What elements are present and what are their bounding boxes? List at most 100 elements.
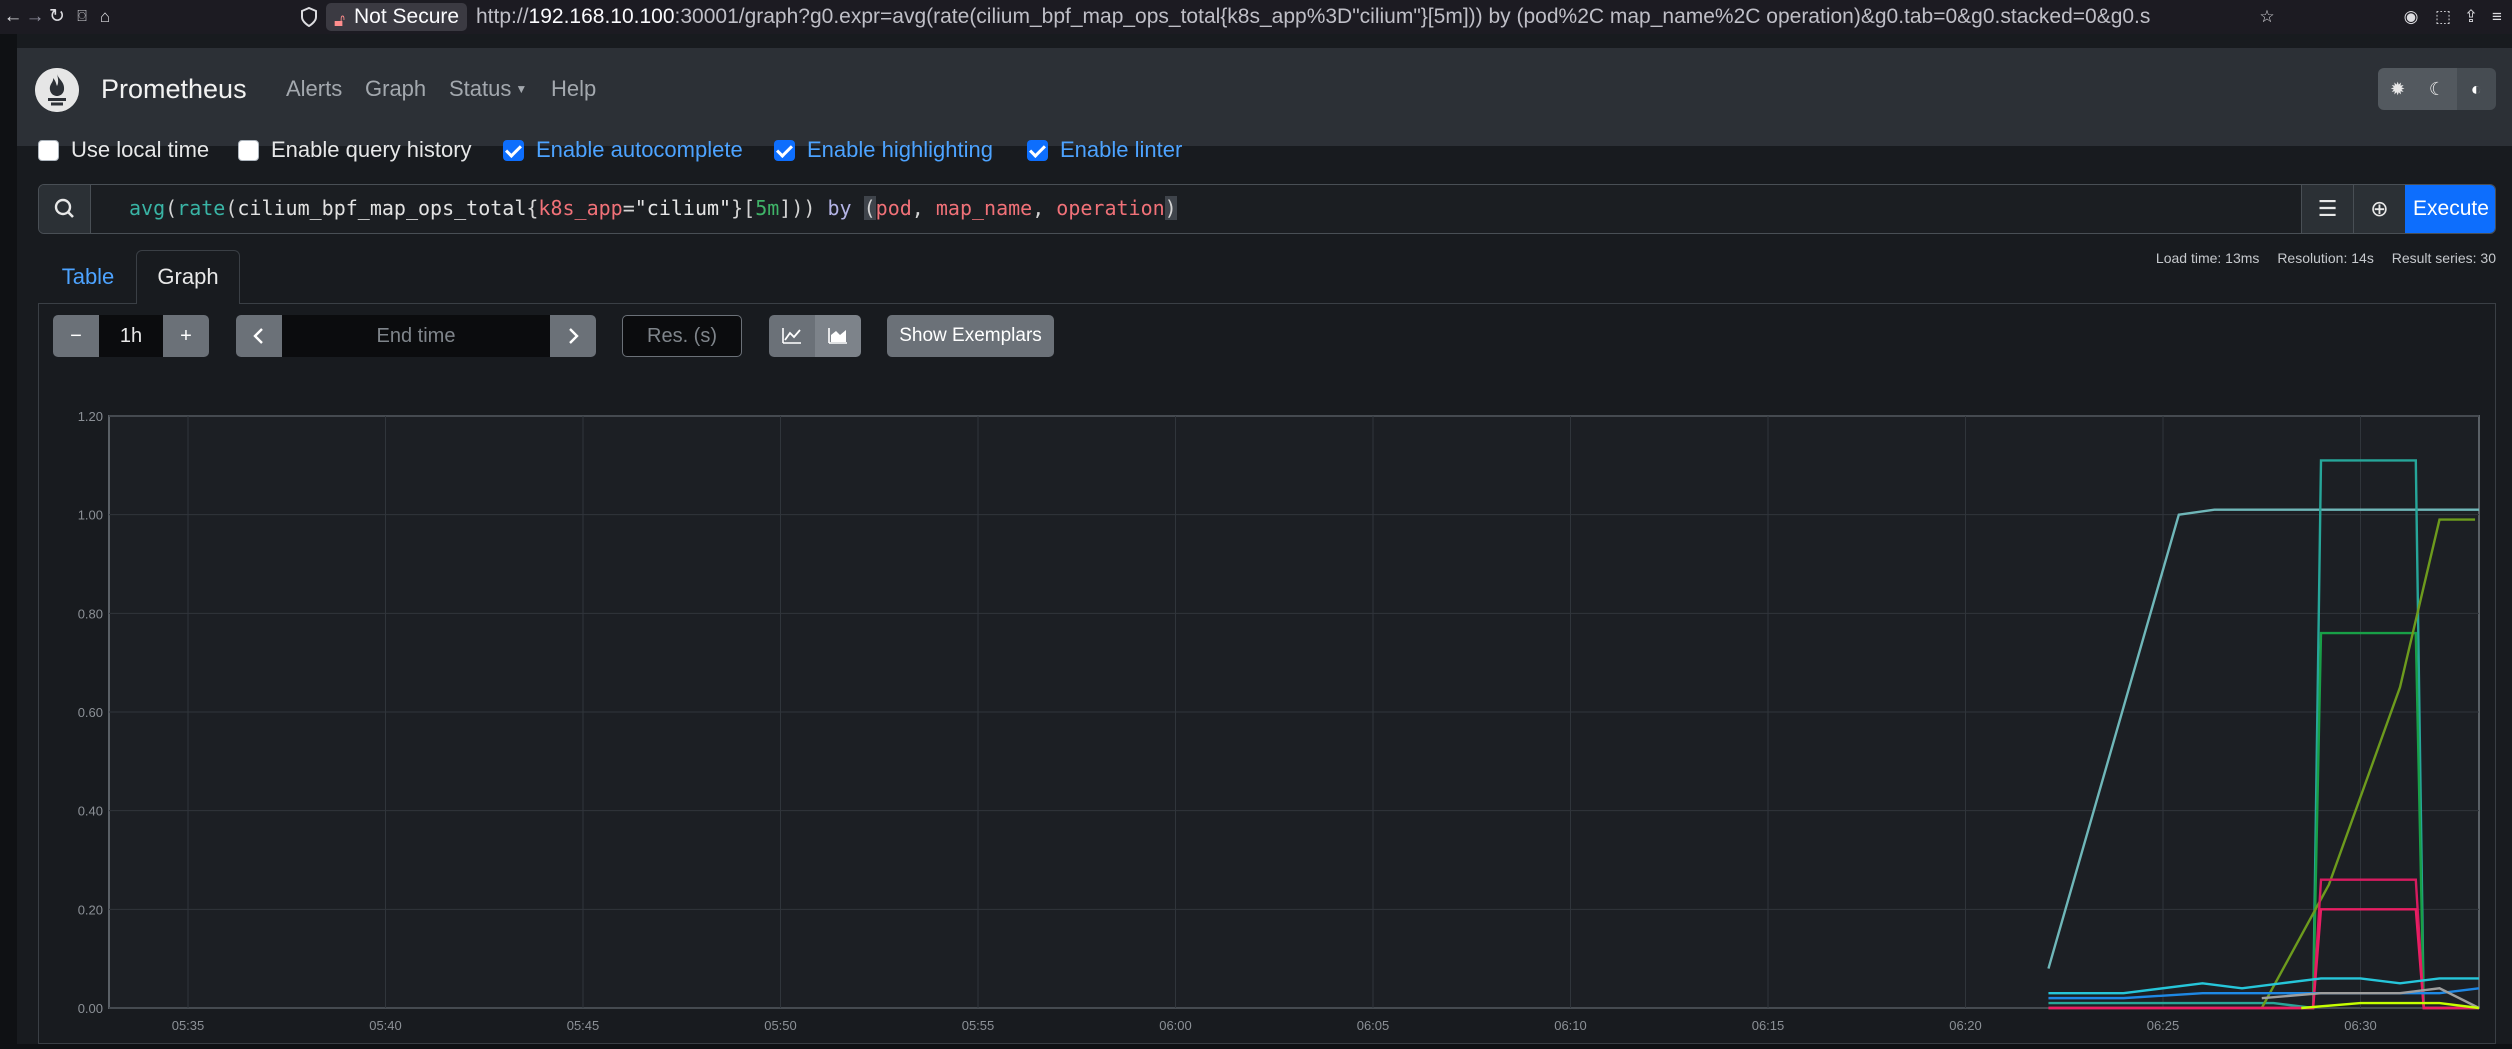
option-enable-linter[interactable]: Enable linter bbox=[1027, 134, 1182, 166]
result-series: Result series: 30 bbox=[2391, 250, 2496, 266]
end-time-input[interactable]: End time bbox=[282, 315, 550, 357]
option-enable-autocomplete[interactable]: Enable autocomplete bbox=[503, 134, 743, 166]
expr-token: "cilium" bbox=[634, 196, 732, 220]
end-time-back-button[interactable] bbox=[236, 315, 282, 357]
light-theme-icon[interactable]: ✹ bbox=[2378, 68, 2418, 110]
resolution-input[interactable]: Res. (s) bbox=[622, 315, 742, 357]
browser-theme-icon[interactable]: ◐ bbox=[2456, 68, 2496, 110]
account-icon[interactable]: ◉ bbox=[2400, 6, 2422, 28]
expression-input-group: avg(rate(cilium_bpf_map_ops_total{k8s_ap… bbox=[38, 184, 2496, 234]
browser-toolbar: ← → ↻ ⌼ ⌂ 🔓︎ Not Secure http://192.168.1… bbox=[0, 0, 2512, 34]
reload-icon[interactable]: ↻ bbox=[44, 4, 70, 30]
expr-token: ( bbox=[225, 196, 238, 220]
expr-token: [ bbox=[743, 196, 756, 220]
x-tick-label: 06:10 bbox=[1554, 1018, 1587, 1033]
checkbox-use-local-time[interactable] bbox=[38, 139, 59, 161]
expr-token: ( bbox=[863, 196, 876, 220]
show-exemplars-button[interactable]: Show Exemplars bbox=[887, 315, 1054, 357]
option-enable-query-history[interactable]: Enable query history bbox=[238, 134, 472, 166]
expr-token: cilium_bpf_map_ops_total bbox=[237, 196, 527, 220]
chevron-left-icon bbox=[253, 328, 263, 344]
range-input[interactable]: 1h bbox=[99, 315, 163, 357]
metrics-explorer-icon[interactable]: ⊕ bbox=[2353, 185, 2405, 233]
option-label: Enable query history bbox=[271, 137, 472, 162]
y-tick-label: 0.60 bbox=[78, 705, 103, 720]
option-use-local-time[interactable]: Use local time bbox=[38, 134, 209, 166]
nav-help[interactable]: Help bbox=[551, 76, 596, 102]
chart-canvas[interactable]: 0.00 0.20 0.40 0.60 0.80 1.00 1.20 05:35 05:40 05… bbox=[34, 408, 2494, 1044]
expr-token: avg bbox=[129, 196, 166, 220]
caret-down-icon: ▼ bbox=[515, 82, 528, 96]
extensions-icon[interactable]: ⬚ bbox=[2432, 6, 2454, 28]
x-tick-label: 06:15 bbox=[1752, 1018, 1785, 1033]
x-tick-label: 05:55 bbox=[962, 1018, 995, 1033]
nav-alerts[interactable]: Alerts bbox=[286, 76, 342, 102]
y-tick-label: 1.20 bbox=[78, 409, 103, 424]
x-tick-label: 06:00 bbox=[1159, 1018, 1192, 1033]
query-stats: Load time: 13ms Resolution: 14s Result s… bbox=[2142, 250, 2496, 266]
x-tick-label: 05:35 bbox=[172, 1018, 205, 1033]
checkbox-enable-autocomplete[interactable] bbox=[503, 139, 524, 161]
expr-token: 5m bbox=[755, 196, 780, 220]
prometheus-logo-icon[interactable] bbox=[35, 68, 79, 112]
search-icon bbox=[39, 185, 91, 233]
x-tick-label: 05:45 bbox=[567, 1018, 600, 1033]
brand-title[interactable]: Prometheus bbox=[101, 74, 247, 105]
y-tick-label: 1.00 bbox=[78, 508, 103, 523]
stacked-mode-button[interactable] bbox=[815, 315, 861, 357]
load-time: Load time: 13ms bbox=[2155, 250, 2260, 266]
expr-token: { bbox=[526, 196, 539, 220]
checkbox-enable-highlighting[interactable] bbox=[774, 139, 795, 161]
expr-token bbox=[924, 196, 936, 220]
tracking-shield-icon[interactable] bbox=[300, 7, 318, 27]
bookmark-star-icon[interactable]: ☆ bbox=[2256, 6, 2278, 28]
navbar: Prometheus Alerts Graph Status ▼ Help ✹ ☾… bbox=[17, 48, 2512, 146]
option-label: Use local time bbox=[71, 137, 210, 162]
expr-token bbox=[852, 196, 864, 220]
insecure-lock-icon: 🔓︎ bbox=[334, 11, 346, 30]
expr-token: by bbox=[827, 196, 852, 220]
resolution-stat: Resolution: 14s bbox=[2277, 250, 2374, 266]
increase-range-button[interactable]: + bbox=[163, 315, 209, 357]
not-secure-badge[interactable]: 🔓︎ Not Secure bbox=[326, 3, 468, 31]
expr-token: ] bbox=[779, 196, 792, 220]
home-icon[interactable]: ⌂ bbox=[92, 4, 118, 30]
x-tick-label: 05:50 bbox=[764, 1018, 797, 1033]
theme-switcher: ✹ ☾ ◐ bbox=[2378, 68, 2496, 110]
y-tick-label: 0.20 bbox=[78, 902, 103, 917]
expr-token: ( bbox=[165, 196, 178, 220]
line-chart-icon bbox=[782, 328, 801, 344]
expr-token: , bbox=[1032, 196, 1045, 220]
end-time-forward-button[interactable] bbox=[550, 315, 596, 357]
nav-status[interactable]: Status ▼ bbox=[449, 76, 527, 102]
expression-input[interactable]: avg(rate(cilium_bpf_map_ops_total{k8s_ap… bbox=[129, 196, 1177, 220]
checkbox-enable-query-history[interactable] bbox=[238, 139, 259, 161]
expr-token: ) bbox=[1164, 196, 1177, 220]
expr-token: ) bbox=[803, 196, 816, 220]
x-tick-label: 06:05 bbox=[1357, 1018, 1390, 1033]
decrease-range-button[interactable]: − bbox=[53, 315, 99, 357]
graph-chart[interactable]: 0.00 0.20 0.40 0.60 0.80 1.00 1.20 05:35 05:40 05… bbox=[34, 408, 2494, 1049]
x-tick-label: 06:20 bbox=[1949, 1018, 1982, 1033]
unstacked-mode-button[interactable] bbox=[769, 315, 815, 357]
x-tick-label: 06:30 bbox=[2344, 1018, 2377, 1033]
dark-theme-icon[interactable]: ☾ bbox=[2417, 68, 2457, 110]
tab-graph[interactable]: Graph bbox=[136, 250, 240, 304]
area-chart-icon bbox=[828, 328, 847, 344]
option-label: Enable highlighting bbox=[807, 137, 993, 162]
x-tick-label: 06:25 bbox=[2147, 1018, 2180, 1033]
nav-graph[interactable]: Graph bbox=[365, 76, 426, 102]
y-tick-label: 0.40 bbox=[78, 804, 103, 819]
checkbox-enable-linter[interactable] bbox=[1027, 139, 1048, 161]
menu-icon[interactable]: ≡ bbox=[2486, 6, 2508, 28]
format-expression-icon[interactable]: ☰ bbox=[2301, 185, 2353, 233]
expr-token bbox=[1044, 196, 1056, 220]
expr-token: } bbox=[731, 196, 744, 220]
share-icon[interactable]: ⇪ bbox=[2460, 6, 2482, 28]
tab-table[interactable]: Table bbox=[38, 250, 138, 304]
address-bar[interactable]: http://192.168.10.100:30001/graph?g0.exp… bbox=[476, 3, 2256, 31]
expr-token: map_name bbox=[935, 196, 1033, 220]
expr-token: ) bbox=[791, 196, 804, 220]
execute-button[interactable]: Execute bbox=[2405, 185, 2495, 233]
option-enable-highlighting[interactable]: Enable highlighting bbox=[774, 134, 993, 166]
